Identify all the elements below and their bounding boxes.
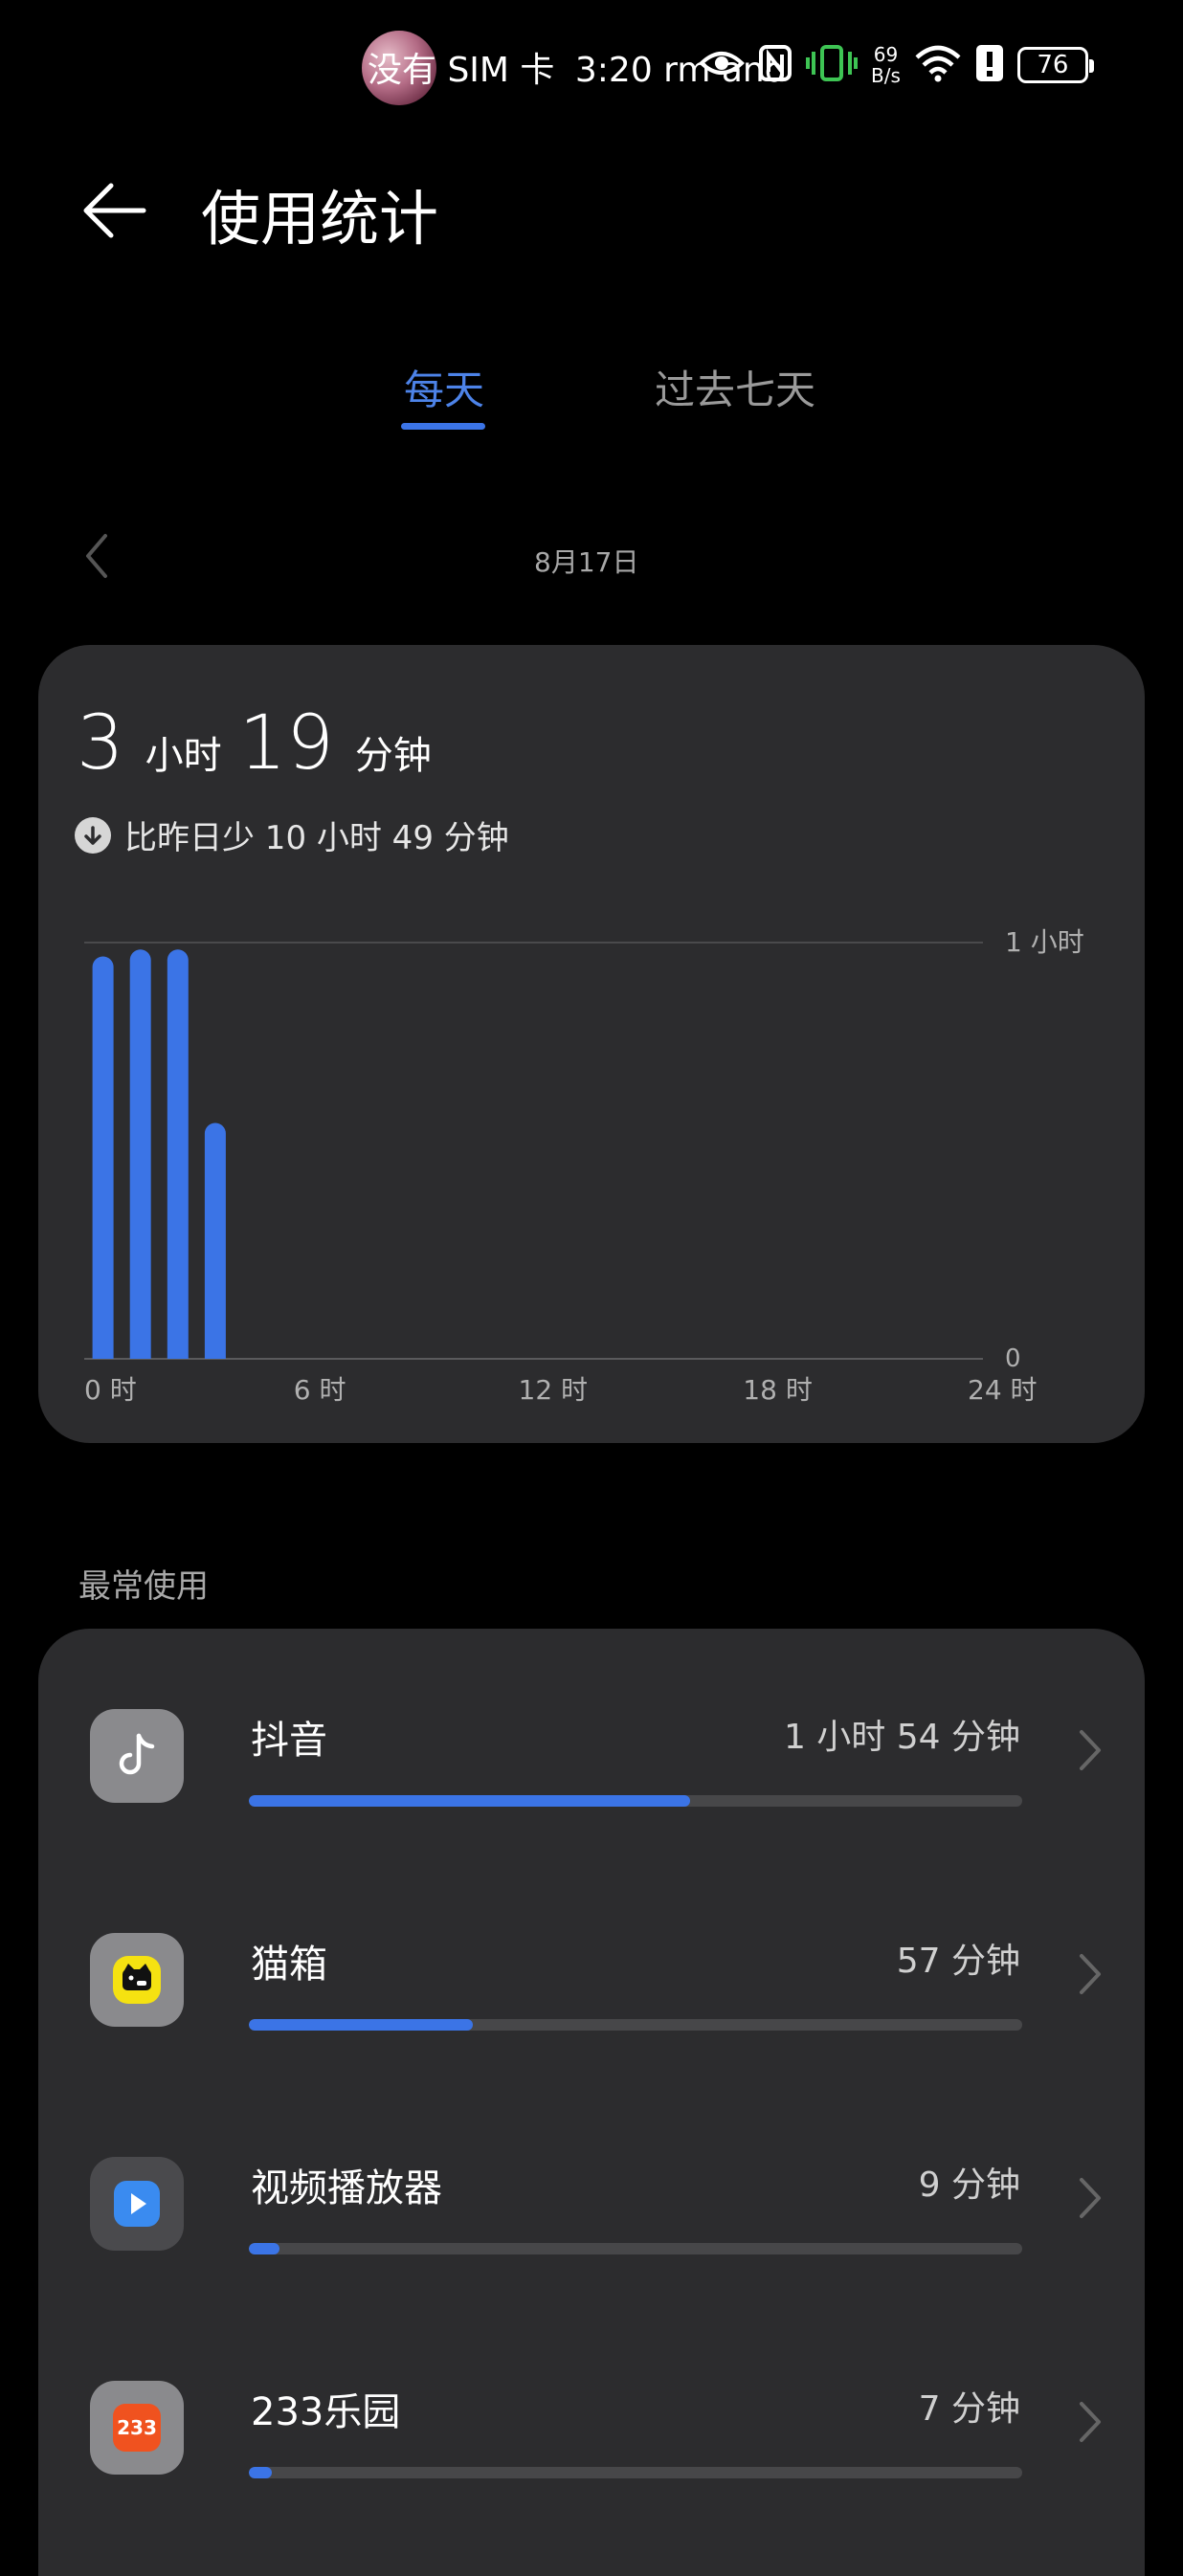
tab-daily[interactable]: 每天	[404, 358, 484, 416]
233-icon: 233	[90, 2381, 184, 2475]
chevron-right-icon	[1080, 1730, 1101, 1770]
status-bar: 没有 SIM 卡 3:20 rm and 69 B/s 76	[0, 0, 1183, 134]
usage-bar-hour-3	[204, 1122, 226, 1359]
douyin-icon	[90, 1709, 184, 1803]
chevron-right-icon	[1080, 1954, 1101, 1994]
hours-unit: 小时	[145, 734, 222, 778]
x-tick-label: 0 时	[84, 1374, 137, 1406]
app-usage-time: 9 分钟	[918, 2165, 1020, 2205]
x-tick-label: 24 时	[968, 1374, 1038, 1406]
date-label: 8月17日	[534, 546, 639, 578]
usage-progress-fill	[249, 2467, 273, 2478]
app-name: 视频播放器	[251, 2166, 442, 2210]
chevron-right-icon	[1080, 2178, 1101, 2218]
x-tick-label: 6 时	[294, 1374, 346, 1406]
233-icon-label: 233	[117, 2416, 157, 2439]
most-used-title: 最常使用	[78, 1567, 209, 1606]
carrier-text: 没有 SIM 卡	[368, 51, 555, 90]
app-usage-time: 1 小时 54 分钟	[783, 1718, 1020, 1757]
hourly-usage-chart: 1 小时 0 0 时 6 时 12 时 18 时 24 时	[84, 926, 1084, 1406]
x-tick-label: 18 时	[743, 1374, 813, 1406]
alert-icon	[975, 44, 1004, 86]
app-usage-time: 57 分钟	[896, 1942, 1020, 1981]
tab-active-indicator	[401, 423, 485, 430]
minutes-unit: 分钟	[354, 734, 432, 778]
usage-progress-track	[249, 1795, 1022, 1807]
vibrate-icon	[806, 44, 858, 86]
app-row-maoxiang[interactable]: 猫箱 57 分钟	[38, 1864, 1145, 2088]
usage-progress-fill	[249, 2019, 474, 2031]
chart-x-ticks: 0 时 6 时 12 时 18 时 24 时	[84, 1374, 1038, 1406]
back-button[interactable]	[77, 172, 153, 249]
comparison-row: 比昨日少 10 小时 49 分钟	[75, 811, 509, 858]
chevron-left-icon	[86, 534, 107, 578]
usage-progress-track	[249, 2243, 1022, 2254]
arrow-down-icon	[75, 816, 111, 854]
page-title: 使用统计	[201, 184, 439, 254]
usage-progress-fill	[249, 2243, 280, 2254]
usage-progress-track	[249, 2467, 1022, 2478]
y-min-label: 0	[1005, 1344, 1021, 1373]
battery-icon: 76	[1016, 47, 1094, 83]
back-arrow-icon	[83, 183, 146, 238]
maoxiang-icon	[90, 1933, 184, 2027]
previous-day-button[interactable]	[82, 532, 111, 580]
x-tick-label: 12 时	[519, 1374, 589, 1406]
net-speed: 69 B/s	[871, 43, 901, 87]
app-name: 猫箱	[251, 1943, 327, 1987]
usage-progress-track	[249, 2019, 1022, 2031]
comparison-text: 比昨日少 10 小时 49 分钟	[124, 819, 509, 857]
app-row-233-leyuan[interactable]: 233 233乐园 7 分钟	[38, 2312, 1145, 2536]
chart-bars	[92, 949, 226, 1359]
usage-bar-hour-1	[129, 949, 151, 1359]
total-usage: 3 小时 19 分钟	[77, 700, 449, 787]
eye-icon	[699, 48, 745, 82]
usage-bar-hour-2	[167, 949, 189, 1359]
video-player-icon	[90, 2157, 184, 2251]
nfc-icon	[758, 44, 792, 86]
app-row-douyin[interactable]: 抖音 1 小时 54 分钟	[38, 1640, 1145, 1864]
chevron-right-icon	[1080, 2402, 1101, 2442]
wifi-icon	[914, 44, 962, 86]
status-icons: 69 B/s 76	[699, 36, 1094, 94]
app-name: 233乐园	[251, 2390, 401, 2434]
app-name: 抖音	[251, 1719, 327, 1763]
total-hours: 3	[77, 700, 124, 787]
usage-bar-hour-0	[92, 956, 114, 1359]
usage-progress-fill	[249, 1795, 690, 1807]
app-usage-time: 7 分钟	[918, 2389, 1020, 2429]
total-minutes: 19	[238, 700, 334, 787]
y-max-label: 1 小时	[1005, 926, 1084, 958]
tab-past-seven-days[interactable]: 过去七天	[655, 358, 815, 416]
app-row-video-player[interactable]: 视频播放器 9 分钟	[38, 2088, 1145, 2312]
